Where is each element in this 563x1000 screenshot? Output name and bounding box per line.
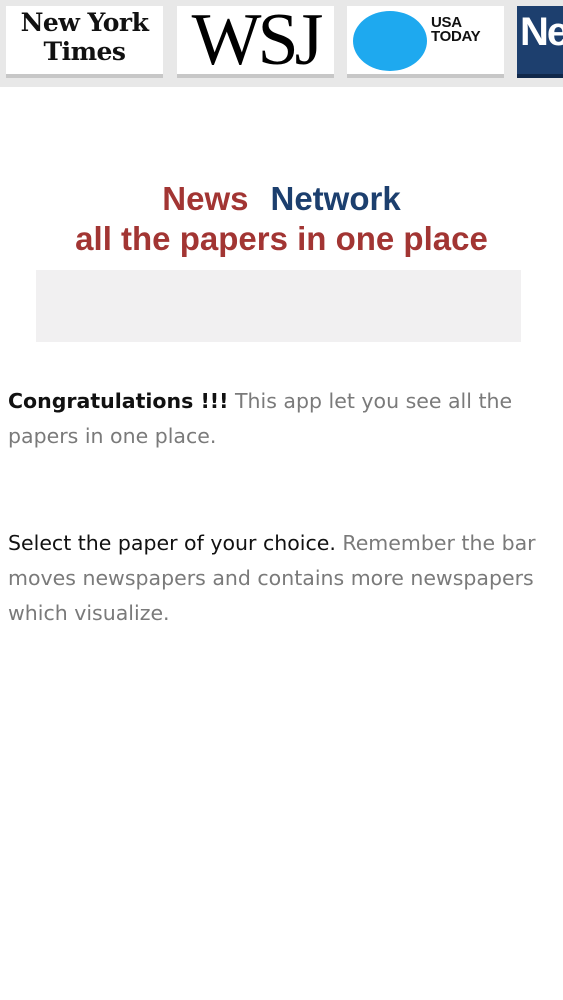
- usatoday-logo-line2: TODAY: [431, 28, 481, 45]
- newsweek-logo: Ne: [520, 10, 563, 54]
- brand-word-network: Network: [270, 180, 401, 217]
- nyt-logo-line1: New York: [20, 8, 149, 37]
- usatoday-dot-icon: [353, 11, 427, 71]
- brand-word-news: News: [162, 180, 249, 217]
- instructions-paragraph: Select the paper of your choice. Remembe…: [8, 526, 556, 631]
- newspaper-bar[interactable]: New York Times WSJ USA TODAY Ne: [0, 0, 563, 87]
- brand-title: News Network: [0, 178, 563, 220]
- nyt-logo-line2: Times: [43, 37, 126, 66]
- paper-tile-newsweek[interactable]: Ne: [517, 6, 563, 78]
- paper-tile-usatoday[interactable]: USA TODAY: [347, 6, 504, 78]
- wsj-logo: WSJ: [191, 6, 324, 78]
- paper-tile-wsj[interactable]: WSJ: [177, 6, 334, 78]
- paper-tile-nyt[interactable]: New York Times: [6, 6, 163, 78]
- ad-banner-placeholder: [36, 270, 521, 342]
- intro-paragraph: Congratulations !!! This app let you see…: [8, 384, 556, 454]
- brand-tagline: all the papers in one place: [75, 220, 488, 257]
- nyt-logo: New York Times: [6, 8, 163, 66]
- usatoday-logo: USA TODAY: [431, 15, 481, 45]
- intro-lead: Congratulations !!!: [8, 389, 229, 413]
- app-brand: News Network all the papers in one place: [0, 178, 563, 260]
- instructions-lead: Select the paper of your choice.: [8, 531, 336, 555]
